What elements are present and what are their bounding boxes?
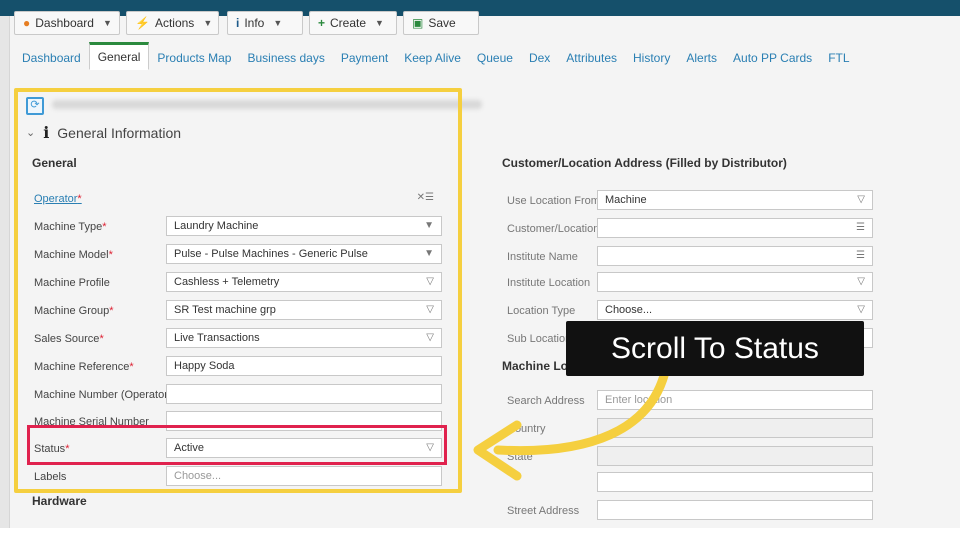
tab-general[interactable]: General bbox=[88, 42, 150, 70]
list-icon[interactable]: ☰ bbox=[856, 250, 865, 261]
tab-keep-alive[interactable]: Keep Alive bbox=[396, 51, 469, 70]
tab-dex[interactable]: Dex bbox=[521, 51, 558, 70]
field-input[interactable]: Enter location bbox=[597, 390, 873, 410]
info-button[interactable]: i Info ▼ bbox=[227, 11, 303, 35]
field-value: Choose... bbox=[605, 304, 653, 316]
field-input[interactable]: ☰ bbox=[597, 218, 873, 238]
field-label: Location Type bbox=[507, 305, 576, 317]
field-value: Enter location bbox=[605, 394, 673, 406]
address-row: Institute Name ☰ bbox=[507, 246, 875, 268]
field-label: Country bbox=[507, 423, 546, 435]
field-label: Street Address bbox=[507, 505, 580, 517]
dashboard-icon: ● bbox=[23, 16, 31, 30]
chevron-down-icon[interactable]: ▽ bbox=[857, 304, 865, 315]
tab-products-map[interactable]: Products Map bbox=[149, 51, 239, 70]
save-button[interactable]: ▣ Save bbox=[403, 11, 479, 35]
address-row: Institute Location ▽ bbox=[507, 272, 875, 294]
scroll-callout: Scroll To Status bbox=[566, 321, 864, 376]
dashboard-button[interactable]: ● Dashboard ▼ bbox=[14, 11, 120, 35]
address-row bbox=[507, 472, 875, 494]
address-row: Country bbox=[507, 418, 875, 440]
info-icon: i bbox=[236, 16, 240, 30]
address-row: Search Address Enter location bbox=[507, 390, 875, 412]
address-row: Use Location From Machine ▽ bbox=[507, 190, 875, 212]
actions-button[interactable]: ⚡ Actions ▼ bbox=[126, 11, 219, 35]
field-input[interactable]: Machine ▽ bbox=[597, 190, 873, 210]
field-label: Use Location From bbox=[507, 195, 600, 207]
tab-history[interactable]: History bbox=[625, 51, 678, 70]
machine-location-group-title: Machine Lo bbox=[502, 359, 569, 373]
field-label: Search Address bbox=[507, 395, 585, 407]
field-input[interactable] bbox=[597, 418, 873, 438]
field-label: State bbox=[507, 451, 533, 463]
address-row: Street Address bbox=[507, 500, 875, 522]
chevron-down-icon[interactable]: ▽ bbox=[857, 194, 865, 205]
create-button[interactable]: + Create ▼ bbox=[309, 11, 397, 35]
field-input[interactable]: Choose... ▽ bbox=[597, 300, 873, 320]
tab-dashboard[interactable]: Dashboard bbox=[14, 51, 89, 70]
plus-icon: + bbox=[318, 16, 326, 30]
tab-business-days[interactable]: Business days bbox=[239, 51, 332, 70]
actions-label: Actions bbox=[154, 16, 195, 30]
save-icon: ▣ bbox=[412, 16, 424, 30]
field-label: Sub Location bbox=[507, 333, 572, 345]
status-highlight bbox=[27, 425, 447, 465]
field-input[interactable] bbox=[597, 446, 873, 466]
address-group-title: Customer/Location Address (Filled by Dis… bbox=[502, 156, 787, 170]
info-label: Info bbox=[244, 16, 265, 30]
callout-text: Scroll To Status bbox=[611, 331, 819, 365]
field-input[interactable] bbox=[597, 500, 873, 520]
chevron-down-icon: ▼ bbox=[273, 18, 283, 28]
chevron-down-icon: ▼ bbox=[102, 18, 112, 28]
field-value: Machine bbox=[605, 194, 647, 206]
address-row: Location Type Choose... ▽ bbox=[507, 300, 875, 322]
dashboard-label: Dashboard bbox=[35, 16, 94, 30]
field-input[interactable] bbox=[597, 472, 873, 492]
list-icon[interactable]: ☰ bbox=[856, 222, 865, 233]
tab-alerts[interactable]: Alerts bbox=[678, 51, 725, 70]
field-label: Institute Location bbox=[507, 277, 591, 289]
chevron-down-icon: ▼ bbox=[203, 18, 213, 28]
lightning-icon: ⚡ bbox=[135, 16, 150, 30]
create-label: Create bbox=[330, 16, 367, 30]
field-input[interactable]: ▽ bbox=[597, 272, 873, 292]
chevron-down-icon: ▼ bbox=[375, 18, 384, 28]
tab-attributes[interactable]: Attributes bbox=[558, 51, 625, 70]
left-edge-strip bbox=[0, 16, 10, 528]
tab-ftl[interactable]: FTL bbox=[820, 51, 857, 70]
tab-payment[interactable]: Payment bbox=[333, 51, 396, 70]
hardware-group-title: Hardware bbox=[32, 494, 87, 508]
address-row: State bbox=[507, 446, 875, 468]
tab-queue[interactable]: Queue bbox=[469, 51, 521, 70]
chevron-down-icon[interactable]: ▽ bbox=[857, 276, 865, 287]
save-label: Save bbox=[428, 16, 456, 30]
address-row: Customer/Location ☰ bbox=[507, 218, 875, 240]
field-input[interactable]: ☰ bbox=[597, 246, 873, 266]
tab-auto-pp-cards[interactable]: Auto PP Cards bbox=[725, 51, 820, 70]
field-label: Customer/Location bbox=[507, 223, 600, 235]
field-label: Institute Name bbox=[507, 251, 578, 263]
tab-bar: Dashboard General Products Map Business day… bbox=[14, 42, 858, 70]
